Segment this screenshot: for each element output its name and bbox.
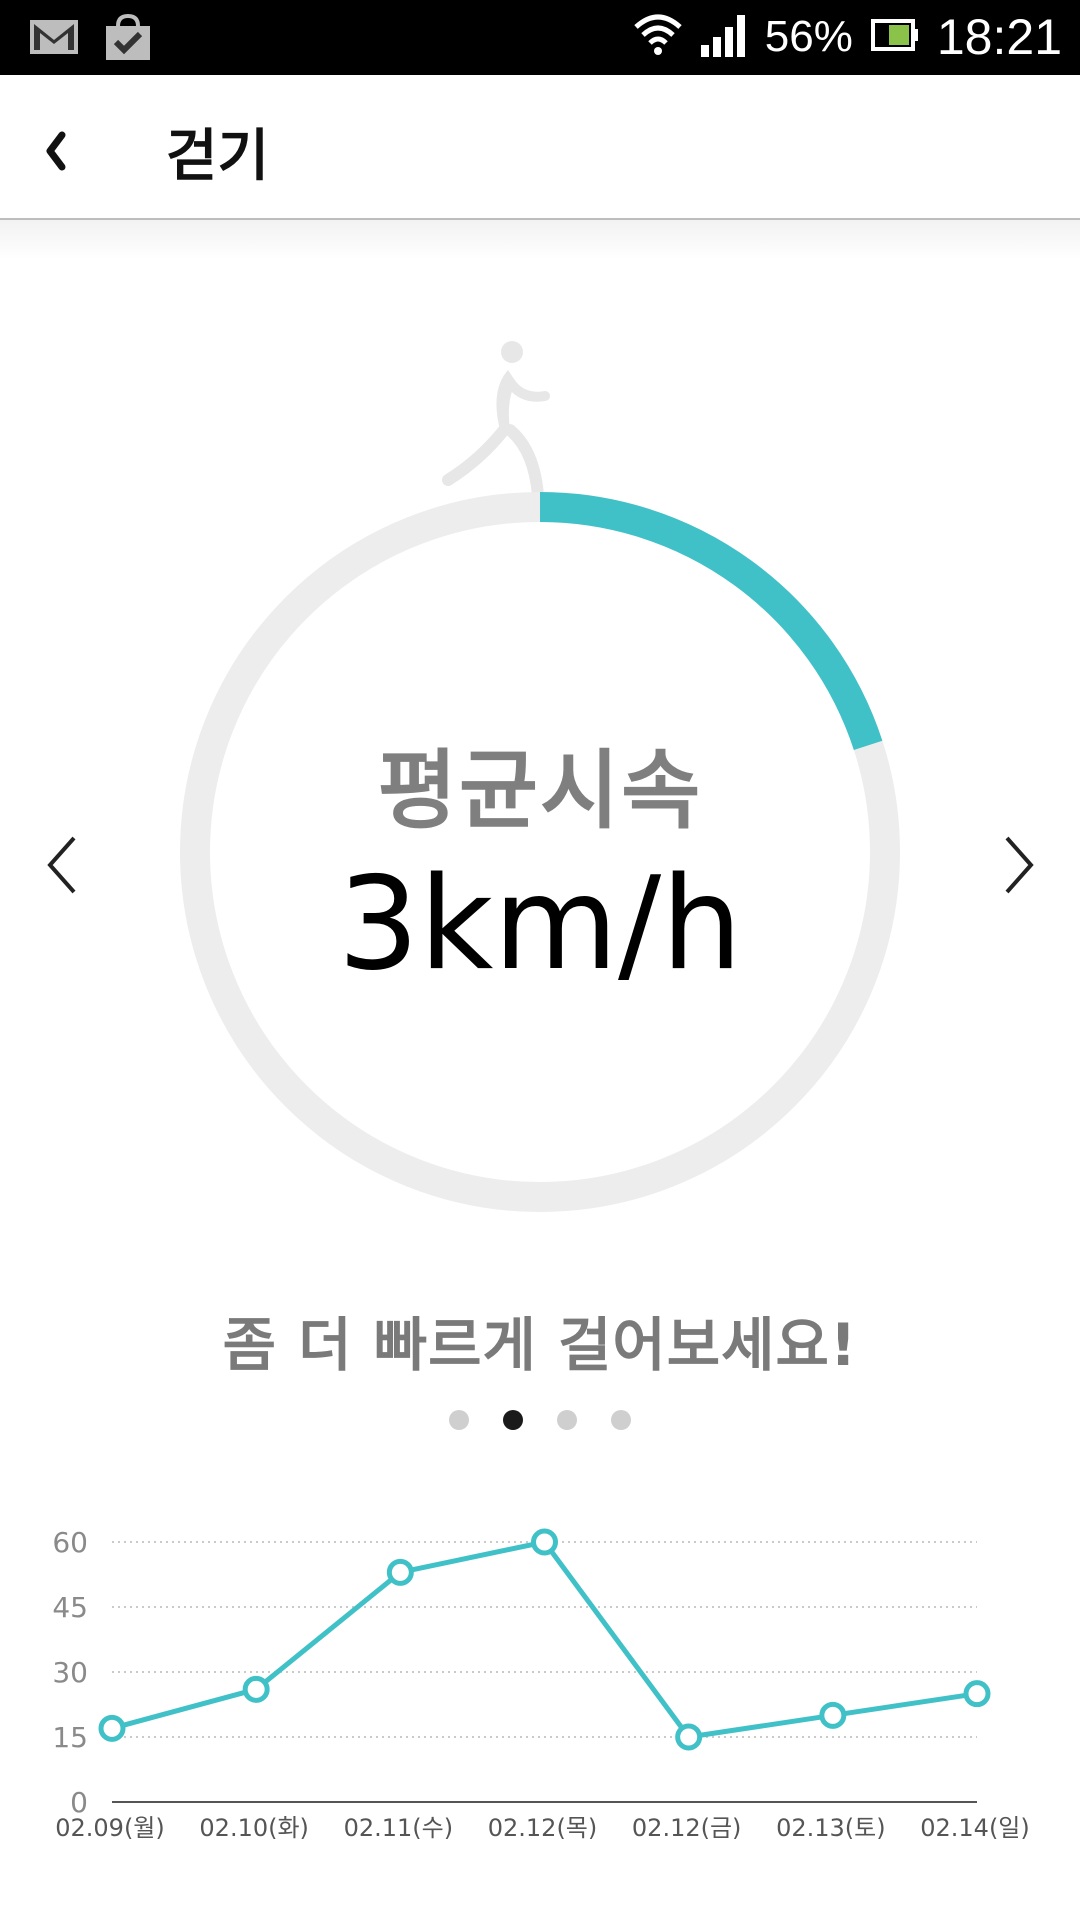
chevron-left-icon [47,836,76,894]
y-tick-label: 15 [52,1721,88,1754]
data-point [675,1723,703,1751]
x-tick-label: 02.14(일) [920,1814,1030,1842]
gauge-label: 평균시속 [377,741,703,841]
signal-icon [700,13,747,61]
wifi-icon [633,13,683,61]
data-point [963,1680,991,1708]
gauge-progress [539,492,883,751]
motivation-message: 좀 더 빠르게 걸어보세요! [222,1311,858,1379]
app-bar: 걷기 [0,75,1080,220]
gmail-icon [28,14,80,68]
page-title: 걷기 [166,124,270,189]
back-button[interactable] [34,113,94,183]
data-point [386,1558,414,1586]
next-page-button[interactable] [995,830,1045,900]
chevron-left-icon [46,131,66,171]
shopping-bag-check-icon [102,13,154,68]
y-tick-label: 60 [52,1526,88,1559]
battery-icon [870,18,919,56]
previous-page-button[interactable] [40,830,90,900]
page-dot-active[interactable] [503,1410,523,1430]
data-point [242,1675,270,1703]
chevron-right-icon [1005,836,1034,894]
y-tick-label: 30 [52,1656,88,1689]
clock: 18:21 [936,9,1062,65]
x-tick-label: 02.09(월) [55,1814,165,1842]
x-tick-label: 02.12(금) [632,1814,742,1842]
x-tick-label: 02.11(수) [344,1814,454,1842]
data-point [819,1701,847,1729]
x-tick-label: 02.10(화) [199,1814,309,1842]
gauge-value: 3km/h [337,850,743,999]
series-line [111,1539,978,1740]
x-tick-label: 02.13(토) [776,1814,886,1842]
page-indicator [0,1410,1080,1430]
data-point [531,1528,558,1556]
page-dot[interactable] [611,1410,631,1430]
battery-percent: 56% [764,12,853,61]
x-tick-label: 02.12(목) [488,1814,598,1842]
speed-line-chart: 01530456002.09(월) 02.10(화) 02.11(수) 02.12(목… [52,1526,1030,1842]
walking-person-icon [442,341,550,501]
y-tick-label: 45 [52,1591,88,1624]
page-dot[interactable] [449,1410,469,1430]
data-point [98,1714,126,1742]
app-bar-shadow [0,220,1080,260]
status-bar: 56% 18:21 [0,0,1080,75]
page-dot[interactable] [557,1410,577,1430]
